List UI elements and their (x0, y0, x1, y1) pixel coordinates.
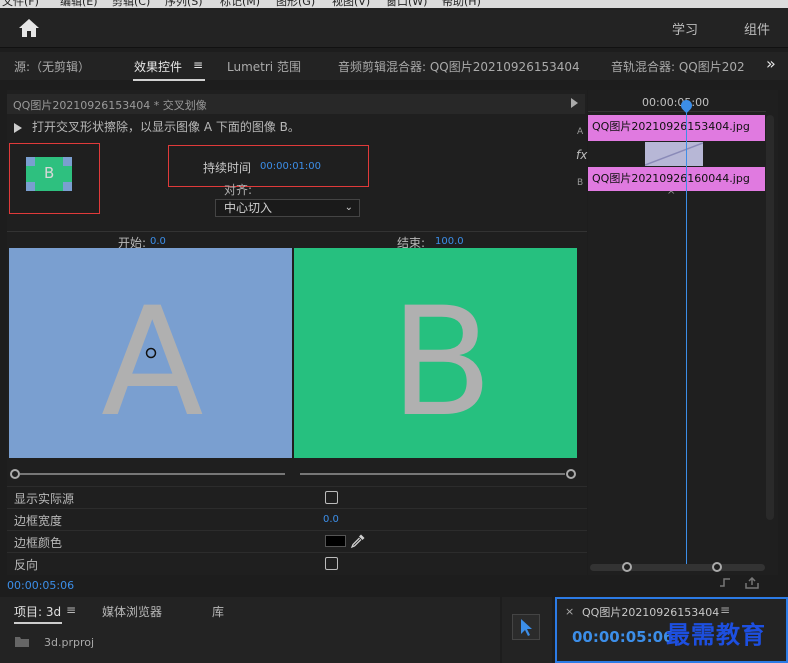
menu-view[interactable]: 视图(V) (332, 0, 370, 8)
selection-tool[interactable] (512, 614, 540, 640)
tab-audio-track-mixer[interactable]: 音轨混合器: QQ图片202 (611, 58, 771, 75)
thumbnail-corner (26, 157, 35, 166)
start-value[interactable]: 0.0 (150, 236, 166, 247)
reverse-checkbox[interactable] (325, 557, 338, 570)
start-slider-track[interactable] (20, 473, 285, 475)
export-icon[interactable] (744, 577, 760, 589)
border-color-swatch[interactable] (325, 535, 346, 547)
preview-a-letter: A (101, 276, 204, 450)
property-row (7, 486, 587, 508)
border-color-label: 边框颜色 (14, 536, 63, 550)
vertical-scrollbar[interactable] (766, 115, 774, 520)
project-file-name[interactable]: 3d.prproj (44, 636, 94, 649)
eyedropper-icon[interactable] (350, 533, 366, 549)
playhead-line[interactable] (686, 104, 687, 564)
watermark: 最需教育 (666, 621, 766, 649)
workspace-learn[interactable]: 学习 (672, 19, 698, 38)
preview-b-letter: B (390, 276, 493, 450)
menu-help[interactable]: 帮助(H) (442, 0, 481, 8)
tab-effect-controls[interactable]: 效果控件 (134, 58, 182, 75)
folder-icon (15, 637, 29, 647)
effect-controls-header: QQ图片20210926153404 * 交叉划像 (7, 94, 585, 114)
border-width-value[interactable]: 0.0 (323, 514, 339, 525)
property-row (7, 508, 587, 530)
thumbnail-corner (26, 182, 35, 191)
thumbnail-letter: B (44, 164, 55, 182)
cursor-circle-icon (145, 347, 157, 359)
zoom-scrollbar[interactable] (590, 564, 765, 571)
menu-marker[interactable]: 标记(M) (220, 0, 260, 8)
active-tab-indicator (14, 622, 62, 624)
ruler-time-label: 00:00:05:00 (642, 96, 710, 109)
clip-effect-title: QQ图片20210926153404 * 交叉划像 (13, 99, 207, 112)
alignment-dropdown[interactable]: 中心切入 ⌄ (215, 199, 360, 217)
panel-tab-bar: 源:（无剪辑） 效果控件 ≡ Lumetri 范围 音频剪辑混合器: QQ图片2… (0, 52, 788, 80)
project-menu-icon[interactable]: ≡ (66, 603, 76, 617)
play-preview-icon[interactable] (14, 122, 22, 133)
alignment-label: 对齐: (224, 183, 253, 197)
panel-menu-icon[interactable]: ≡ (193, 58, 203, 72)
transition-block[interactable] (644, 142, 704, 166)
track-a-label: A (577, 127, 584, 137)
arrow-cursor-icon (521, 619, 532, 636)
duration-label: 持续时间 (203, 161, 252, 175)
zoom-handle-left[interactable] (622, 562, 632, 572)
divider (7, 231, 587, 232)
track-b-label: B (577, 178, 584, 188)
workspace-assembly[interactable]: 组件 (744, 19, 770, 38)
clip-b[interactable]: QQ图片20210926160044.jpg (588, 167, 765, 191)
overflow-chevron-icon[interactable]: » (766, 54, 776, 73)
fx-icon[interactable]: fx (576, 148, 587, 162)
tab-audio-clip-mixer[interactable]: 音频剪辑混合器: QQ图片20210926153404 (338, 58, 580, 75)
sequence-timecode[interactable]: 00:00:05:06 (572, 628, 674, 646)
end-value[interactable]: 100.0 (435, 236, 464, 247)
zoom-handle-right[interactable] (712, 562, 722, 572)
audio-icon[interactable] (718, 577, 734, 589)
tab-libraries[interactable]: 库 (212, 603, 224, 620)
menu-file[interactable]: 文件(F) (2, 0, 39, 8)
duration-value[interactable]: 00:00:01:00 (260, 161, 321, 172)
workspace-bar: 学习 组件 (0, 8, 788, 48)
preview-a[interactable]: A (9, 248, 292, 458)
transition-diagonal (644, 142, 704, 166)
menu-sequence[interactable]: 序列(S) (165, 0, 203, 8)
play-icon[interactable] (571, 98, 578, 108)
preview-b[interactable]: B (294, 248, 577, 458)
thumbnail-corner (63, 157, 72, 166)
chevron-up-icon[interactable]: ^ (667, 190, 675, 201)
menu-clip[interactable]: 剪辑(C) (112, 0, 150, 8)
menu-bar: 文件(F) 编辑(E) 剪辑(C) 序列(S) 标记(M) 图形(G) 视图(V… (0, 0, 788, 8)
tab-project[interactable]: 项目: 3d (14, 603, 61, 620)
home-icon[interactable] (18, 18, 40, 38)
clip-a[interactable]: QQ图片20210926153404.jpg (588, 115, 765, 141)
alignment-value: 中心切入 (224, 201, 273, 215)
current-timecode[interactable]: 00:00:05:06 (7, 579, 74, 592)
menu-window[interactable]: 窗口(W) (386, 0, 427, 8)
border-width-label: 边框宽度 (14, 514, 63, 528)
start-slider-handle[interactable] (10, 469, 20, 479)
property-row (7, 552, 587, 574)
end-slider-handle[interactable] (566, 469, 576, 479)
menu-graphics[interactable]: 图形(G) (276, 0, 315, 8)
reverse-label: 反向 (14, 558, 39, 572)
active-tab-indicator (133, 79, 205, 81)
description-text: 打开交叉形状擦除，以显示图像 A 下面的图像 B。 (32, 120, 300, 134)
menu-edit[interactable]: 编辑(E) (60, 0, 98, 8)
thumbnail-corner (63, 182, 72, 191)
property-row (7, 530, 587, 552)
end-slider-track[interactable] (300, 473, 565, 475)
transition-description: 打开交叉形状擦除，以显示图像 A 下面的图像 B。 (14, 118, 300, 135)
show-actual-sources-label: 显示实际源 (14, 492, 75, 506)
tab-media-browser[interactable]: 媒体浏览器 (102, 603, 162, 620)
chevron-down-icon: ⌄ (344, 202, 353, 213)
tab-source[interactable]: 源:（无剪辑） (14, 58, 90, 75)
tab-lumetri-scopes[interactable]: Lumetri 范围 (227, 58, 301, 75)
show-actual-sources-checkbox[interactable] (325, 491, 338, 504)
close-icon[interactable]: × (565, 605, 574, 618)
